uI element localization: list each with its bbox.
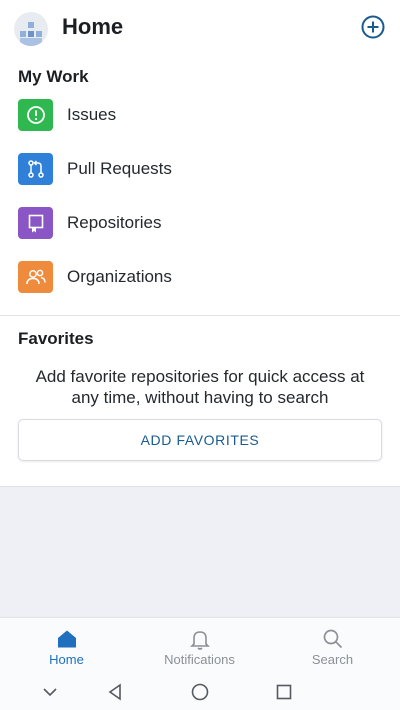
system-navigation-bar — [0, 673, 400, 710]
app-header: Home — [0, 0, 400, 56]
plus-circle-icon — [361, 15, 385, 39]
add-favorites-button[interactable]: ADD FAVORITES — [18, 419, 382, 461]
my-work-item-issues[interactable]: Issues — [0, 90, 400, 140]
my-work-item-label: Organizations — [67, 267, 172, 286]
nav-tab-label: Home — [49, 652, 84, 667]
my-work-item-repositories[interactable]: Repositories — [0, 198, 400, 248]
bell-icon — [189, 631, 210, 650]
nav-tab-notifications[interactable]: Notifications — [133, 618, 266, 674]
repositories-tile — [18, 207, 53, 239]
bottom-navigation: Home Notifications Search — [0, 617, 400, 673]
page-title: Home — [62, 14, 124, 39]
my-work-item-label: Issues — [67, 105, 117, 124]
nav-tab-home[interactable]: Home — [0, 618, 133, 674]
repo-icon — [28, 214, 43, 233]
user-avatar[interactable] — [14, 12, 48, 46]
back-triangle-icon[interactable] — [104, 681, 126, 703]
my-work-item-label: Pull Requests — [67, 159, 172, 178]
organizations-tile — [18, 261, 53, 293]
nav-tab-label: Search — [311, 652, 354, 667]
pull-requests-tile — [18, 153, 53, 185]
my-work-item-organizations[interactable]: Organizations — [0, 252, 400, 302]
home-icon — [57, 630, 76, 648]
user-avatar-icon — [20, 22, 42, 46]
issues-tile — [18, 99, 53, 131]
search-icon — [323, 629, 342, 649]
favorites-title: Favorites — [18, 329, 94, 348]
home-circle-icon[interactable] — [189, 681, 211, 703]
nav-tab-search[interactable]: Search — [266, 618, 399, 674]
section-divider — [0, 315, 400, 316]
issue-opened-icon — [26, 106, 45, 124]
add-button[interactable] — [360, 14, 386, 40]
my-work-title: My Work — [18, 67, 89, 86]
empty-content-area — [0, 486, 400, 617]
chevron-down-icon[interactable] — [39, 681, 61, 703]
nav-tab-label: Notifications — [164, 652, 235, 667]
favorites-description: Add favorite repositories for quick acce… — [35, 367, 365, 407]
my-work-item-label: Repositories — [67, 213, 162, 232]
pull-request-icon — [27, 160, 44, 178]
recents-square-icon[interactable] — [273, 681, 295, 703]
my-work-item-pull-requests[interactable]: Pull Requests — [0, 144, 400, 194]
organization-icon — [25, 269, 46, 285]
